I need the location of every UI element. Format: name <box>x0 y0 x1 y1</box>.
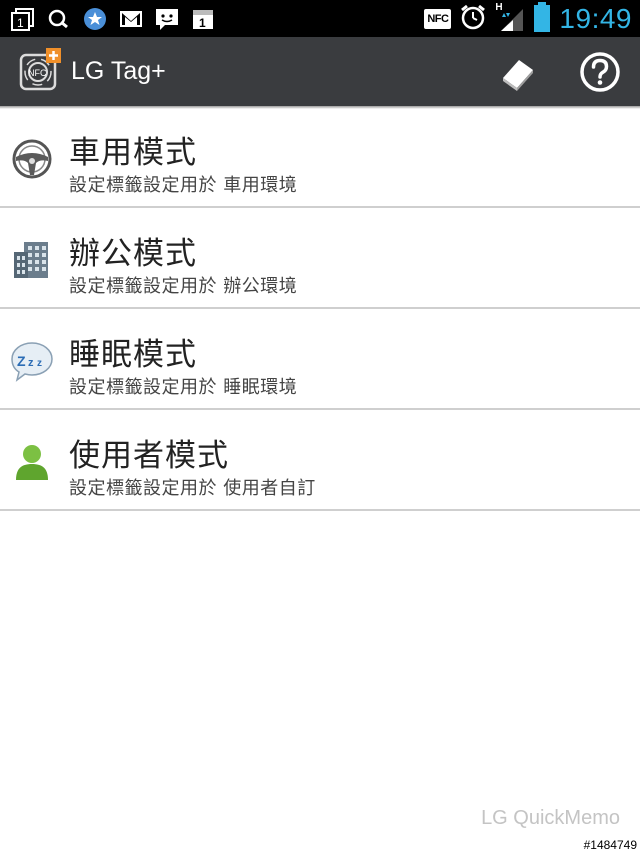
help-icon[interactable] <box>578 50 622 94</box>
mode-title: 睡眠模式 <box>69 337 197 373</box>
battery-icon <box>533 1 551 36</box>
svg-text:1: 1 <box>17 16 24 30</box>
mode-title: 辦公模式 <box>69 236 197 272</box>
office-building-icon <box>10 238 54 282</box>
signal-icon: H <box>495 2 525 33</box>
favorite-star-icon <box>82 6 108 32</box>
search-bubble-icon <box>46 6 72 32</box>
list-item-office-mode[interactable]: 辦公模式 設定標籤設定用於 辦公環境 <box>0 208 640 309</box>
calendar-stack-icon: 1 <box>10 6 36 32</box>
alarm-icon <box>459 3 487 35</box>
notification-icons: 1 1 <box>10 5 216 32</box>
svg-text:Z: Z <box>17 353 26 369</box>
user-icon <box>10 440 54 484</box>
mode-description: 設定標籤設定用於 睡眠環境 <box>69 377 298 398</box>
list-item-user-mode[interactable]: 使用者模式 設定標籤設定用於 使用者自訂 <box>0 410 640 511</box>
list-item-sleep-mode[interactable]: Z z z 睡眠模式 設定標籤設定用於 睡眠環境 <box>0 309 640 410</box>
chat-icon <box>154 6 180 32</box>
status-clock: 19:49 <box>559 2 632 34</box>
mode-description: 設定標籤設定用於 使用者自訂 <box>69 478 316 499</box>
mode-list: 車用模式 設定標籤設定用於 車用環境 辦公模式 設定標籤設定用於 辦公環境 Z … <box>0 107 640 511</box>
svg-text:z: z <box>37 358 42 369</box>
svg-text:1: 1 <box>199 16 206 30</box>
svg-text:NFC: NFC <box>28 68 47 78</box>
status-bar: 1 1 NFC H 19:49 <box>0 0 640 37</box>
image-id-label: #1484749 <box>583 838 637 852</box>
mail-icon <box>118 6 144 32</box>
nfc-status-icon: NFC <box>424 8 452 29</box>
mode-description: 設定標籤設定用於 辦公環境 <box>69 276 298 297</box>
mode-title: 車用模式 <box>69 135 197 171</box>
steering-wheel-icon <box>10 137 54 181</box>
action-bar: NFC LG Tag+ <box>0 37 640 106</box>
sleep-bubble-icon: Z z z <box>10 339 54 383</box>
svg-text:z: z <box>28 357 34 369</box>
app-title: LG Tag+ <box>71 57 166 85</box>
system-icons: NFC H 19:49 <box>424 1 632 36</box>
mode-description: 設定標籤設定用於 車用環境 <box>69 175 298 196</box>
mode-title: 使用者模式 <box>69 438 229 474</box>
list-item-car-mode[interactable]: 車用模式 設定標籤設定用於 車用環境 <box>0 107 640 208</box>
calendar-icon: 1 <box>190 6 216 32</box>
eraser-icon[interactable] <box>495 50 539 94</box>
nfc-tag-icon[interactable]: NFC <box>18 48 62 92</box>
quickmemo-watermark: LG QuickMemo <box>481 807 620 829</box>
